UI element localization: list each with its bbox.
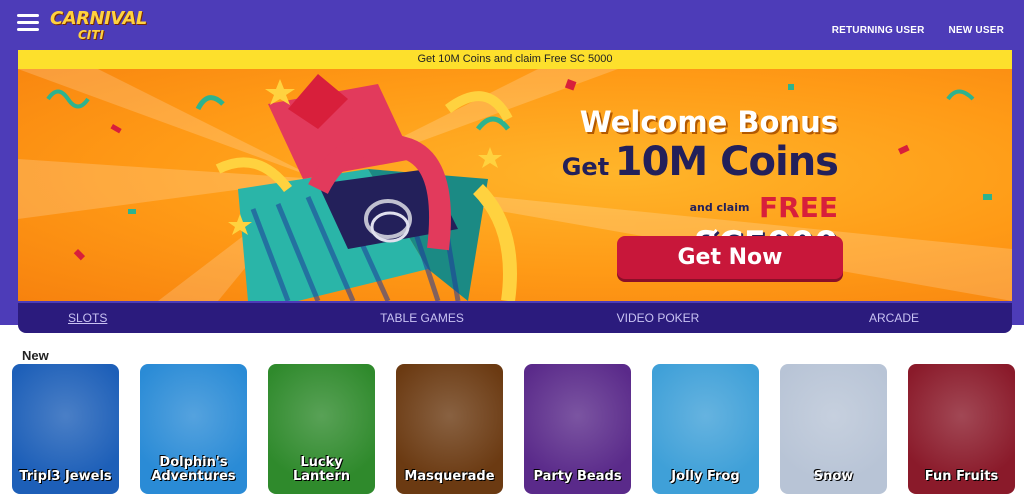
- gift-box-illustration: [18, 69, 1012, 301]
- welcome-banner[interactable]: Welcome Bonus Get 10M Coins and claim FR…: [18, 69, 1012, 301]
- tab-table-games[interactable]: TABLE GAMES: [304, 303, 540, 333]
- game-name: Masquerade: [404, 469, 495, 484]
- game-name: Snow: [813, 469, 854, 484]
- promo-strip[interactable]: Get 10M Coins and claim Free SC 5000: [18, 50, 1012, 69]
- game-name: Jolly Frog: [671, 469, 740, 484]
- logo-text: CARNIVAL: [50, 8, 147, 29]
- coins-amount: 10M Coins: [614, 139, 839, 185]
- new-user-link[interactable]: NEW USER: [949, 25, 1005, 36]
- game-tile[interactable]: Jolly Frog: [652, 364, 759, 494]
- game-tile[interactable]: Fun Fruits: [908, 364, 1015, 494]
- returning-user-link[interactable]: RETURNING USER: [832, 25, 925, 36]
- game-tile[interactable]: Lucky Lantern: [268, 364, 375, 494]
- free-label: FREE: [759, 191, 838, 224]
- game-tile[interactable]: Dolphin's Adventures: [140, 364, 247, 494]
- game-name: Lucky Lantern: [292, 455, 350, 484]
- tab-arcade[interactable]: ARCADE: [776, 303, 1012, 333]
- welcome-title: Welcome Bonus: [579, 105, 838, 139]
- tab-slots[interactable]: SLOTS: [18, 303, 304, 333]
- game-name: Dolphin's Adventures: [151, 455, 236, 484]
- game-list: Tripl3 Jewels Dolphin's Adventures Lucky…: [12, 364, 1015, 494]
- coins-offer: Get 10M Coins: [538, 139, 839, 185]
- menu-icon[interactable]: [17, 14, 39, 31]
- game-tile[interactable]: Snow: [780, 364, 887, 494]
- game-tile[interactable]: Tripl3 Jewels: [12, 364, 119, 494]
- tab-video-poker[interactable]: VIDEO POKER: [540, 303, 776, 333]
- game-name: Party Beads: [533, 469, 622, 484]
- game-name: Tripl3 Jewels: [19, 469, 112, 484]
- get-now-button[interactable]: Get Now: [617, 236, 843, 279]
- logo[interactable]: CARNIVAL CITI: [50, 6, 147, 44]
- logo-subtext: CITI: [78, 28, 104, 42]
- and-claim-label: and claim: [689, 201, 750, 214]
- get-label: Get: [561, 153, 610, 181]
- auth-nav: RETURNING USER NEW USER: [832, 25, 1004, 36]
- game-tile[interactable]: Masquerade: [396, 364, 503, 494]
- section-title: New: [22, 348, 49, 363]
- game-name: Fun Fruits: [924, 469, 999, 484]
- game-tile[interactable]: Party Beads: [524, 364, 631, 494]
- game-category-tabs: SLOTS TABLE GAMES VIDEO POKER ARCADE: [18, 303, 1012, 333]
